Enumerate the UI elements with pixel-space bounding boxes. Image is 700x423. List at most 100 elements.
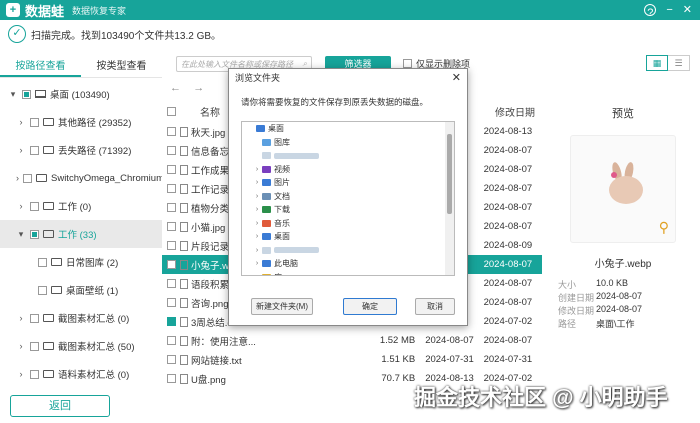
file-icon (180, 373, 188, 384)
chevron-icon[interactable]: › (16, 313, 26, 323)
chevron-icon[interactable]: › (16, 173, 19, 183)
row-checkbox[interactable] (167, 279, 176, 288)
dialog-tree-item[interactable]: › 视频 (242, 163, 454, 177)
tree-checkbox[interactable] (23, 173, 32, 183)
tree-item[interactable]: › 截图素材汇总 (50) (0, 332, 162, 360)
tree-checkbox[interactable] (30, 201, 39, 211)
tab-by-path[interactable]: 按路径查看 (0, 58, 81, 77)
row-checkbox[interactable] (167, 165, 176, 174)
chevron-icon[interactable]: › (252, 247, 262, 254)
dialog-tree-item[interactable]: › 图片 (242, 176, 454, 190)
chevron-icon[interactable]: › (252, 179, 262, 186)
row-checkbox[interactable] (167, 317, 176, 326)
dialog-tree-label: 音乐 (274, 218, 290, 228)
tree-checkbox[interactable] (30, 341, 39, 351)
forward-arrow-icon[interactable]: → (193, 82, 204, 94)
scan-status-text: 扫描完成。找到103490个文件共13.2 GB。 (31, 30, 222, 42)
tree-item[interactable]: ▾ 工作 (33) (0, 220, 162, 248)
tree-item[interactable]: › 语料素材汇总 (0) (0, 360, 162, 388)
file-icon (180, 354, 188, 365)
row-checkbox[interactable] (167, 184, 176, 193)
file-modified: 2024-08-13 (483, 126, 533, 137)
row-checkbox[interactable] (167, 374, 176, 383)
grid-view-icon[interactable]: ▦ (646, 55, 668, 71)
chevron-icon[interactable]: ▾ (8, 89, 18, 100)
chevron-icon[interactable]: › (252, 206, 262, 213)
row-checkbox[interactable] (167, 203, 176, 212)
chevron-icon[interactable]: ▾ (16, 229, 26, 240)
chevron-icon[interactable]: › (252, 166, 262, 173)
ok-button[interactable]: 确定 (343, 298, 397, 315)
tree-item[interactable]: 日常图库 (2) (0, 248, 162, 276)
meta-key: 修改日期 (558, 306, 595, 316)
row-checkbox[interactable] (167, 336, 176, 345)
tree-checkbox[interactable] (38, 285, 47, 295)
dialog-tree-item[interactable]: › 文档 (242, 190, 454, 204)
dialog-scrollbar[interactable] (445, 122, 454, 275)
chevron-icon[interactable]: › (252, 193, 262, 200)
chevron-icon[interactable]: › (16, 341, 26, 351)
row-checkbox[interactable] (167, 241, 176, 250)
row-checkbox[interactable] (167, 298, 176, 307)
tree-checkbox[interactable] (38, 257, 47, 267)
file-name: 小猫.jpg (191, 222, 226, 234)
tree-item[interactable]: › 截图素材汇总 (0) (0, 304, 162, 332)
dialog-tree-label: 此电脑 (274, 259, 298, 269)
tree-item[interactable]: ▾ 桌面 (103490) (0, 80, 162, 108)
tab-by-type[interactable]: 按类型查看 (81, 58, 162, 77)
dialog-close-icon[interactable]: ✕ (452, 69, 461, 87)
chevron-icon[interactable]: › (16, 369, 26, 379)
dialog-tree-item[interactable]: 桌面 (242, 122, 454, 136)
chevron-icon[interactable]: › (16, 117, 26, 127)
tree-checkbox[interactable] (30, 369, 39, 379)
dialog-tree-item[interactable]: 图库 (242, 136, 454, 150)
table-row[interactable]: 附：使用注意... 1.52 MB 2024-08-07 2024-08-07 (162, 331, 542, 350)
tree-checkbox[interactable] (30, 313, 39, 323)
dialog-tree-item[interactable]: › 桌面 (242, 230, 454, 244)
tree-checkbox[interactable] (30, 229, 39, 239)
folder-icon (256, 125, 265, 133)
tree-item[interactable]: › SwitchyOmega_Chromium (0, 164, 162, 192)
row-checkbox[interactable] (167, 127, 176, 136)
back-arrow-icon[interactable]: ← (170, 82, 181, 94)
row-checkbox[interactable] (167, 355, 176, 364)
minimize-icon[interactable]: − (666, 2, 672, 18)
meta-key: 路径 (558, 319, 577, 329)
help-icon[interactable]: ? (644, 4, 657, 19)
tree-checkbox[interactable] (30, 145, 39, 155)
tree-item[interactable]: › 丢失路径 (71392) (0, 136, 162, 164)
chevron-icon[interactable]: › (16, 201, 26, 211)
new-folder-button[interactable]: 新建文件夹(M) (251, 298, 313, 315)
list-view-icon[interactable]: ☰ (668, 55, 690, 71)
header-modified[interactable]: 修改日期 (495, 104, 535, 119)
cancel-button[interactable]: 取消 (415, 298, 455, 315)
only-deleted-checkbox[interactable] (403, 59, 412, 68)
folder-icon (51, 258, 62, 266)
row-checkbox[interactable] (167, 222, 176, 231)
row-checkbox[interactable] (167, 260, 176, 269)
close-icon[interactable]: ✕ (683, 2, 692, 18)
tree-item[interactable]: › 工作 (0) (0, 192, 162, 220)
dialog-tree-item[interactable]: ›库 (242, 271, 454, 275)
back-button[interactable]: 返回 (10, 395, 110, 417)
file-modified: 2024-08-07 (483, 278, 533, 289)
tree-item[interactable]: › 其他路径 (29352) (0, 108, 162, 136)
tree-checkbox[interactable] (22, 89, 31, 99)
select-all-checkbox[interactable] (167, 106, 176, 116)
row-checkbox[interactable] (167, 146, 176, 155)
chevron-icon[interactable]: › (252, 260, 262, 267)
table-row[interactable]: 网站链接.txt 1.51 KB 2024-07-31 2024-07-31 (162, 350, 542, 369)
tree-checkbox[interactable] (30, 117, 39, 127)
folder-icon (262, 260, 271, 268)
chevron-icon[interactable]: › (252, 274, 262, 275)
zoom-icon[interactable]: ⚲ (659, 219, 669, 236)
tree-item[interactable]: 桌面壁纸 (1) (0, 276, 162, 304)
dialog-tree-item[interactable]: › 下载 (242, 203, 454, 217)
dialog-tree-item[interactable]: › 此电脑 (242, 257, 454, 271)
dialog-tree-item[interactable]: › 音乐 (242, 217, 454, 231)
chevron-icon[interactable]: › (16, 145, 26, 155)
chevron-icon[interactable]: › (252, 233, 262, 240)
dialog-tree-item[interactable] (242, 149, 454, 163)
dialog-tree-item[interactable]: › (242, 244, 454, 258)
chevron-icon[interactable]: › (252, 220, 262, 227)
